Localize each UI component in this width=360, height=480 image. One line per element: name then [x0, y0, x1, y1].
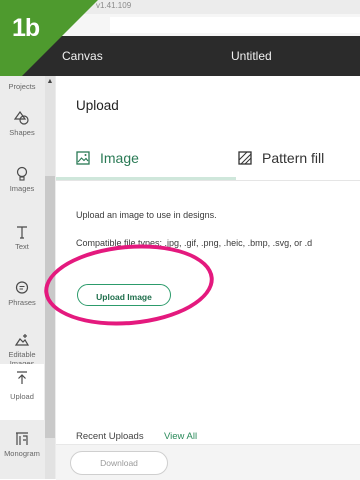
step-badge-label: 1b — [12, 14, 40, 42]
sidebar-item-phrases[interactable]: Phrases — [0, 280, 44, 307]
tab-image[interactable]: Image — [76, 150, 139, 166]
text-icon — [17, 226, 27, 239]
sidebar-item-label: Phrases — [8, 298, 36, 307]
lightbulb-icon — [16, 166, 28, 181]
sidebar-item-label: Upload — [10, 392, 34, 401]
sidebar-item-label: Images — [9, 184, 35, 193]
tab-pattern-label: Pattern fill — [262, 150, 325, 166]
pattern-icon — [238, 151, 252, 165]
tab-image-label: Image — [100, 150, 139, 166]
download-button[interactable]: Download — [70, 451, 168, 475]
address-field — [110, 17, 360, 33]
version-label: v1.41.109 — [96, 1, 132, 10]
sidebar-item-label: Monogram — [4, 449, 40, 458]
upload-icon — [17, 371, 27, 384]
recent-uploads-label: Recent Uploads — [76, 431, 144, 442]
upload-description: Upload an image to use in designs. — [76, 210, 217, 220]
scroll-up-arrow-icon[interactable]: ▲ — [45, 78, 55, 85]
editable-images-icon — [14, 334, 30, 346]
document-title[interactable]: Untitled — [231, 49, 272, 63]
sidebar-item-label: Projects — [8, 82, 36, 91]
view-all-link[interactable]: View All — [164, 431, 197, 442]
sidebar-item-upload[interactable]: Upload — [0, 364, 44, 420]
sidebar-item-text[interactable]: Text — [0, 224, 44, 251]
monogram-icon — [16, 432, 28, 445]
image-icon — [76, 151, 90, 165]
tab-pattern-fill[interactable]: Pattern fill — [238, 150, 324, 166]
sidebar-item-label: Text — [15, 242, 29, 251]
sidebar-item-projects[interactable]: Projects — [0, 78, 44, 92]
sidebar-item-monogram[interactable]: Monogram — [0, 431, 44, 458]
tab-divider — [56, 180, 360, 181]
sidebar-item-label: Shapes — [9, 128, 35, 137]
panel-title: Upload — [76, 98, 119, 113]
shapes-icon — [14, 110, 29, 125]
speech-bubble-icon — [15, 281, 29, 294]
sidebar-item-shapes[interactable]: Shapes — [0, 110, 44, 137]
sidebar-item-images[interactable]: Images — [0, 166, 44, 193]
sidebar-item-editable-images[interactable]: Editable Images — [0, 332, 44, 368]
